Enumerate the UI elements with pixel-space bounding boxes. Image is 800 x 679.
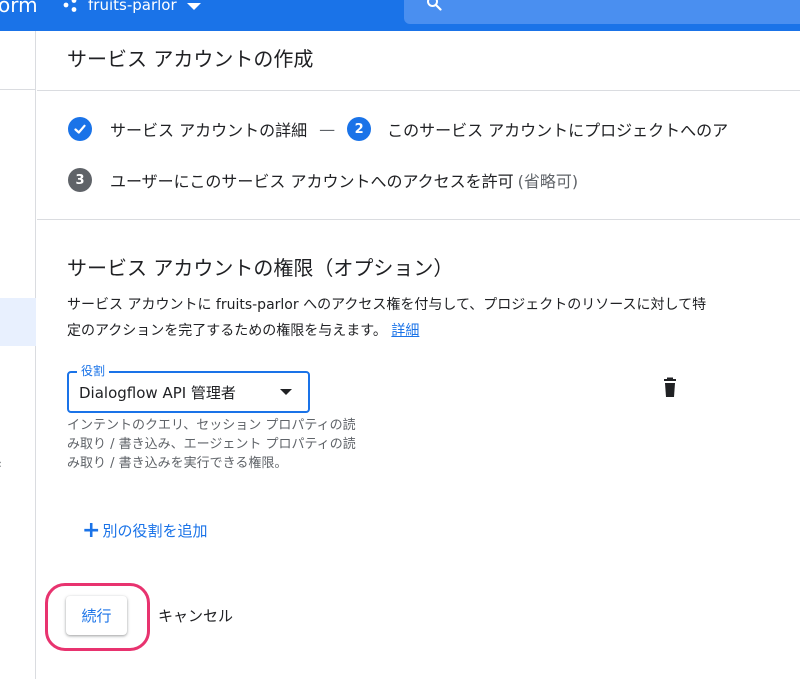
step-separator: — bbox=[319, 119, 336, 139]
nav-chevron-icon[interactable]: ‹ bbox=[0, 457, 2, 471]
nav-divider bbox=[0, 89, 36, 90]
role-select-value: Dialogflow API 管理者 bbox=[79, 384, 236, 402]
add-role-button[interactable]: + 別の役割を追加 bbox=[82, 517, 208, 543]
title-divider bbox=[37, 90, 800, 91]
trash-icon bbox=[664, 377, 676, 397]
product-name-fragment: orm bbox=[0, 0, 38, 17]
search-bar[interactable] bbox=[404, 0, 800, 24]
chevron-down-icon bbox=[186, 2, 201, 10]
step-3-label[interactable]: ユーザーにこのサービス アカウントへのアクセスを許可 bbox=[110, 168, 514, 192]
permissions-title: サービス アカウントの権限（オプション） bbox=[67, 256, 454, 280]
step-3-number-badge: 3 bbox=[68, 168, 92, 192]
stepper-row-1: サービス アカウントの詳細 — 2 このサービス アカウントにプロジェクトへのア bbox=[68, 117, 728, 141]
project-hexagon-icon bbox=[63, 0, 77, 12]
step-1-label[interactable]: サービス アカウントの詳細 bbox=[110, 117, 307, 141]
step-3-optional: (省略可) bbox=[517, 172, 579, 191]
continue-button[interactable]: 続行 bbox=[66, 596, 127, 635]
project-name: fruits-parlor bbox=[88, 0, 177, 14]
stepper-divider bbox=[37, 219, 800, 220]
cancel-button[interactable]: キャンセル bbox=[150, 602, 241, 628]
permissions-description: サービス アカウントに fruits-parlor へのアクセス権を付与して、プ… bbox=[67, 292, 707, 344]
project-selector[interactable]: fruits-parlor bbox=[62, 0, 201, 17]
nav-item-selected[interactable] bbox=[0, 298, 36, 346]
role-select[interactable]: 役割 Dialogflow API 管理者 bbox=[67, 363, 310, 413]
role-description: インテントのクエリ、セッション プロパティの読み取り / 書き込み、エージェント… bbox=[67, 418, 356, 471]
top-app-bar: orm fruits-parlor bbox=[0, 0, 800, 31]
permissions-description-text: サービス アカウントに fruits-parlor へのアクセス権を付与して、プ… bbox=[67, 297, 707, 339]
delete-role-button[interactable] bbox=[660, 377, 680, 399]
role-select-label: 役割 bbox=[77, 363, 110, 379]
page-title: サービス アカウントの作成 bbox=[67, 47, 314, 71]
step-2-label[interactable]: このサービス アカウントにプロジェクトへのア bbox=[387, 117, 728, 141]
add-role-label: 別の役割を追加 bbox=[102, 522, 208, 540]
details-link[interactable]: 詳細 bbox=[391, 323, 419, 339]
step-2-number-badge: 2 bbox=[347, 117, 372, 141]
search-icon bbox=[427, 0, 442, 11]
left-navigation: ‹ bbox=[0, 31, 36, 679]
stepper-row-2: 3 ユーザーにこのサービス アカウントへのアクセスを許可 (省略可) bbox=[68, 168, 578, 192]
dropdown-arrow-icon bbox=[280, 389, 292, 395]
plus-icon: + bbox=[82, 517, 101, 543]
check-circle-icon bbox=[68, 117, 92, 141]
